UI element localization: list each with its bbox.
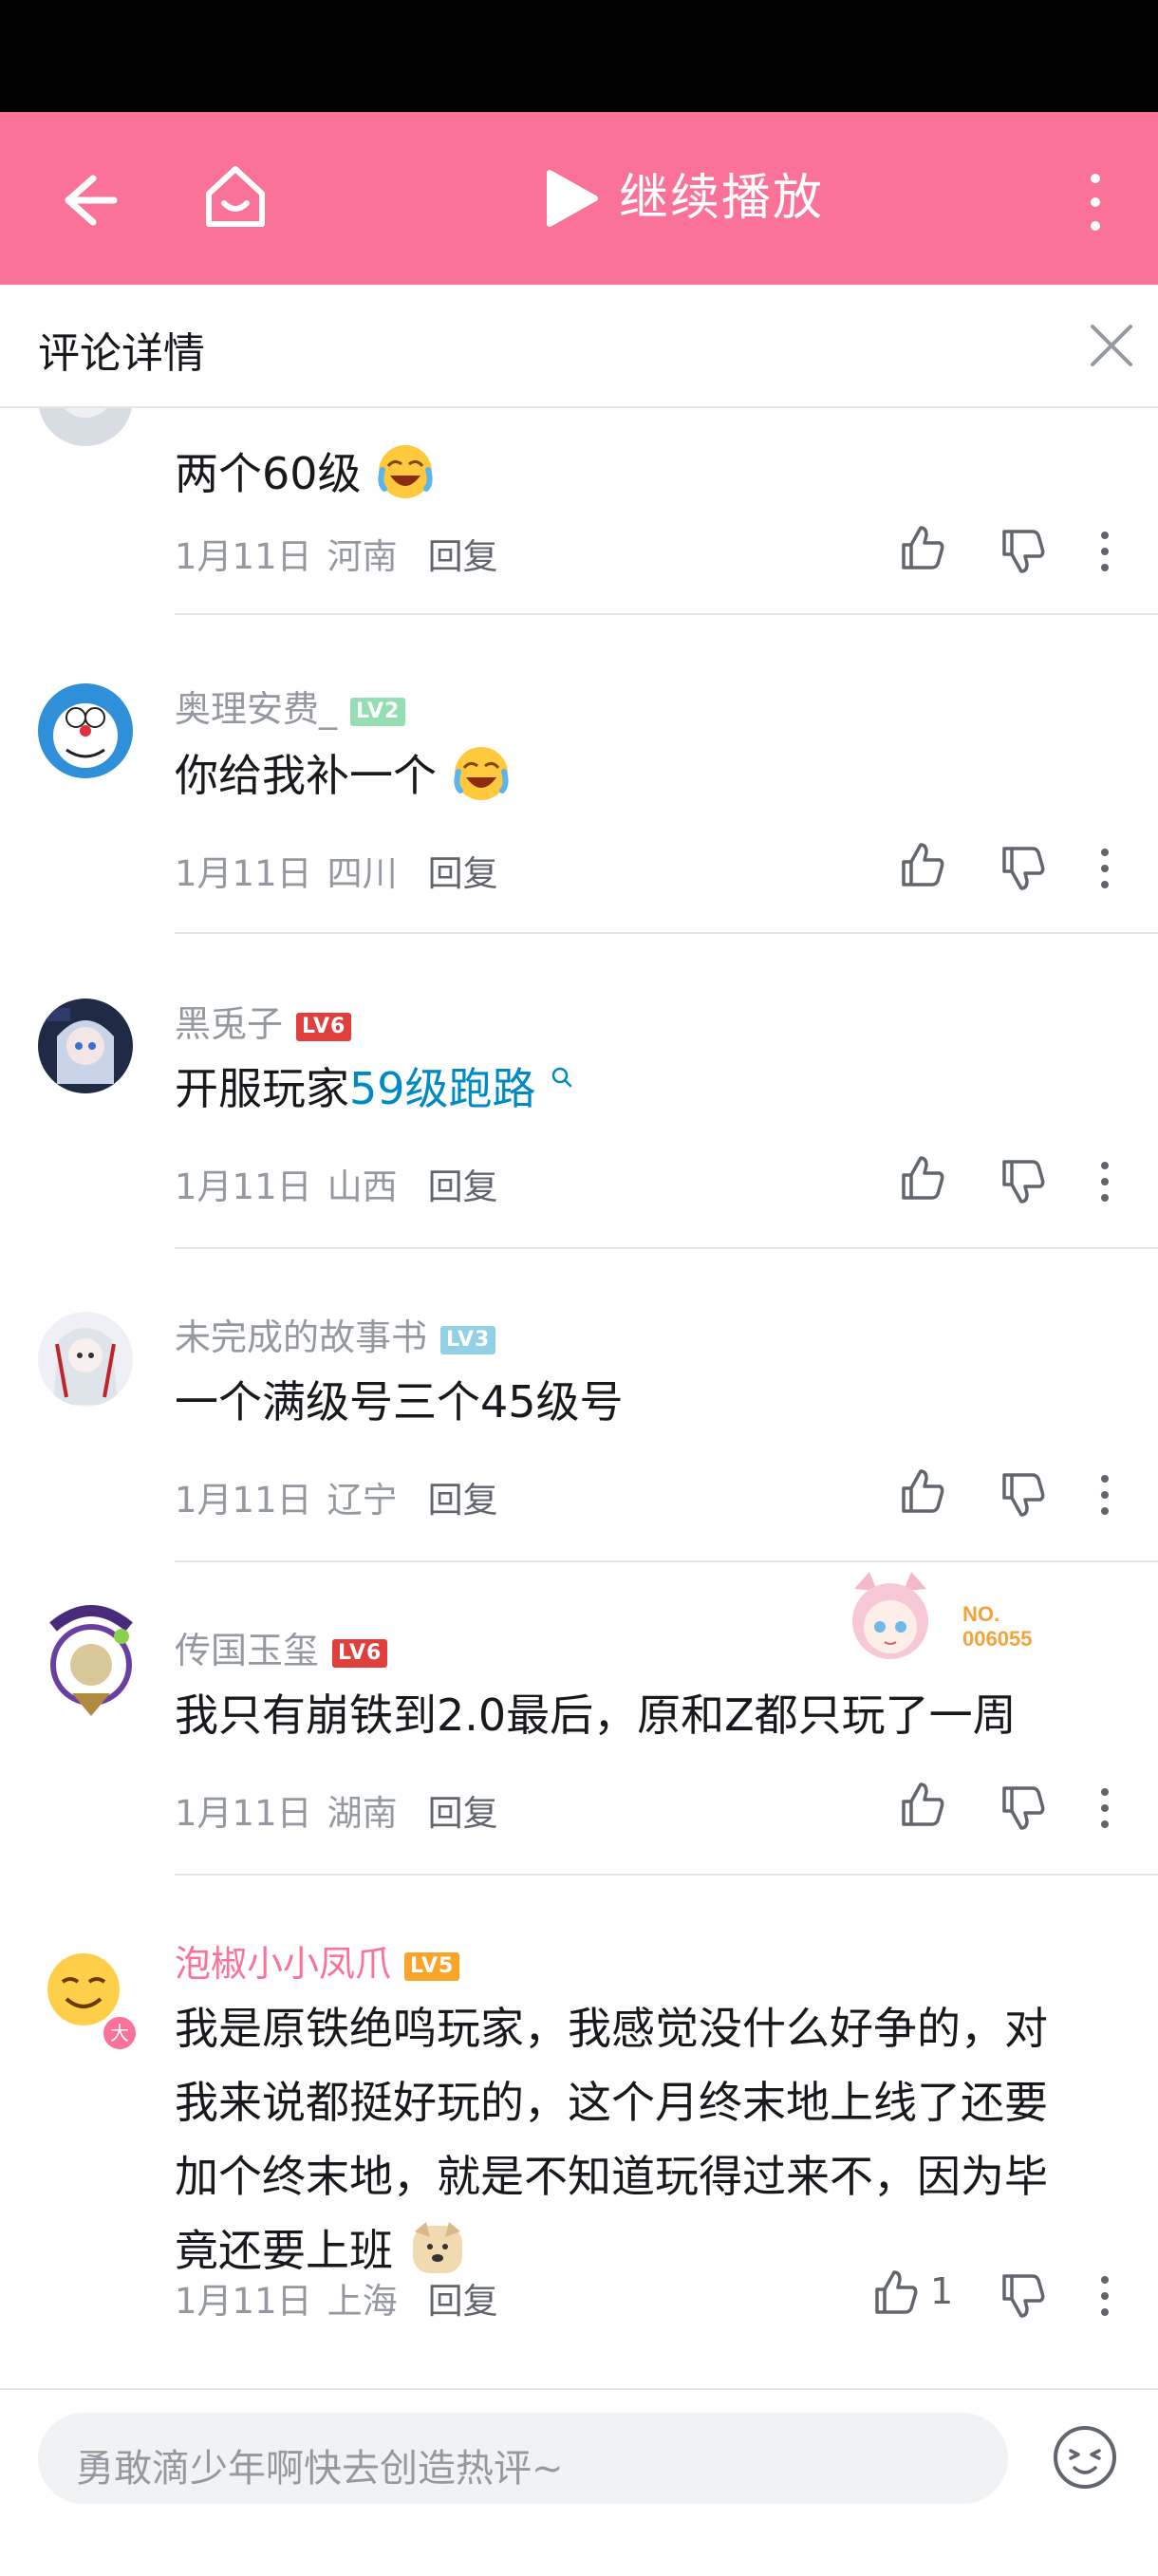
more-vertical-icon[interactable] [1095, 1160, 1114, 1204]
comment-text: 我是原铁绝鸣玩家，我感觉没什么好争的，对我来说都挺好玩的，这个月终末地上线了还要… [175, 1991, 1086, 2287]
comment-text: 开服玩家59级跑路 [175, 1052, 1086, 1126]
comment-detail-header: 评论详情 [0, 285, 1158, 408]
avatar[interactable] [38, 1312, 133, 1407]
comment-meta: 1月11日 山西 回复 [175, 1158, 498, 1209]
reply-button[interactable]: 回复 [428, 1167, 498, 1207]
continue-playing-label[interactable]: 继续播放 [619, 163, 824, 233]
username[interactable]: 传国玉玺 LV6 [175, 1621, 388, 1673]
play-icon[interactable] [536, 165, 603, 232]
comment-location: 河南 [327, 536, 398, 577]
thumbs-up-icon[interactable] [898, 1467, 945, 1515]
comment-location: 湖南 [327, 1793, 398, 1834]
comment-date: 1月11日 [175, 1167, 312, 1207]
like-count: 1 [930, 2270, 954, 2312]
username[interactable]: 未完成的故事书 LV3 [175, 1308, 496, 1360]
level-badge: LV6 [296, 1012, 352, 1041]
more-vertical-icon[interactable] [1095, 1473, 1114, 1517]
comment-divider [175, 1560, 1158, 1562]
laugh-cry-emoji-icon [378, 444, 433, 498]
more-vertical-icon[interactable] [1095, 530, 1114, 573]
comment-date: 1月11日 [175, 1793, 312, 1834]
status-bar [0, 0, 1158, 112]
comment-list[interactable]: 两个60级 1月11日 河南 回复 奥理安费_ LV2 你给我补一个 1月11日… [0, 408, 1158, 2388]
thumbs-up-icon[interactable] [898, 1154, 945, 1202]
comment-text: 两个60级 [175, 437, 1086, 511]
comment-location: 上海 [327, 2281, 398, 2322]
laugh-cry-emoji-icon [454, 746, 509, 800]
thumbs-up-icon[interactable] [871, 2268, 919, 2316]
thumbs-down-icon[interactable] [999, 1471, 1046, 1519]
comment-divider [175, 932, 1158, 934]
thumbs-up-icon[interactable] [898, 841, 945, 888]
close-icon[interactable] [1087, 321, 1136, 370]
comment-text: 我只有崩铁到2.0最后，原和Z都只玩了一周 [175, 1689, 1017, 1741]
fan-badge: NO. 006055 [845, 1568, 1073, 1678]
comment-divider [175, 1874, 1158, 1876]
comment-input-placeholder: 勇敢滴少年啊快去创造热评~ [76, 2447, 564, 2491]
more-vertical-icon[interactable] [1095, 1786, 1114, 1830]
thumbs-down-icon[interactable] [999, 2272, 1046, 2320]
comment-input-bar: 勇敢滴少年啊快去创造热评~ [0, 2388, 1158, 2576]
comment-text: 一个满级号三个45级号 [175, 1376, 624, 1428]
comment-divider [175, 1247, 1158, 1249]
thumbs-up-icon[interactable] [898, 1781, 945, 1828]
reply-button[interactable]: 回复 [428, 536, 498, 577]
comment-meta: 1月11日 四川 回复 [175, 845, 498, 896]
search-icon[interactable] [550, 1065, 574, 1090]
more-vertical-icon[interactable] [1095, 2274, 1114, 2318]
comment-date: 1月11日 [175, 536, 312, 577]
avatar[interactable]: 大 [38, 1946, 139, 2052]
level-badge: LV5 [404, 1951, 460, 1981]
thumbs-down-icon[interactable] [999, 1158, 1046, 1205]
comment-meta: 1月11日 湖南 回复 [175, 1784, 498, 1836]
dog-emoji-icon [412, 2221, 462, 2273]
comment-date: 1月11日 [175, 1480, 312, 1521]
fan-badge-number: 006055 [962, 1627, 1032, 1651]
fan-badge-no: NO. [962, 1602, 999, 1626]
reply-button[interactable]: 回复 [428, 1480, 498, 1521]
username[interactable]: 泡椒小小凤爪 LV5 [175, 1934, 460, 1987]
level-badge: LV6 [332, 1638, 388, 1668]
thumbs-down-icon[interactable] [999, 845, 1046, 892]
level-badge: LV2 [350, 697, 406, 726]
top-bar: 继续播放 [0, 112, 1158, 285]
search-link[interactable]: 59级跑路 [349, 1063, 536, 1114]
avatar[interactable] [38, 999, 133, 1093]
home-icon[interactable] [199, 161, 271, 233]
username[interactable]: 黑兎子 LV6 [175, 995, 352, 1047]
thumbs-down-icon[interactable] [999, 528, 1046, 575]
more-vertical-icon[interactable] [1078, 169, 1112, 235]
comment-meta: 1月11日 辽宁 回复 [175, 1471, 498, 1522]
comment-meta: 1月11日 上海 回复 [175, 2272, 498, 2324]
comment-location: 辽宁 [327, 1480, 398, 1521]
avatar[interactable] [38, 408, 133, 446]
username[interactable]: 奥理安费_ LV2 [175, 680, 406, 732]
comment-location: 四川 [327, 853, 398, 894]
comment-location: 山西 [327, 1167, 398, 1207]
level-badge: LV3 [440, 1325, 496, 1354]
panel-title: 评论详情 [38, 329, 205, 378]
back-icon[interactable] [55, 167, 121, 233]
comment-input[interactable]: 勇敢滴少年啊快去创造热评~ [38, 2413, 1008, 2504]
comment-divider [175, 613, 1158, 615]
avatar[interactable] [38, 683, 133, 778]
comment-date: 1月11日 [175, 2281, 312, 2322]
comment-meta: 1月11日 河南 回复 [175, 528, 498, 579]
emoji-icon[interactable] [1052, 2424, 1118, 2491]
comment-text: 你给我补一个 [175, 738, 1086, 812]
avatar-badge: 大 [101, 2014, 139, 2052]
reply-button[interactable]: 回复 [428, 1793, 498, 1834]
more-vertical-icon[interactable] [1095, 847, 1114, 890]
reply-button[interactable]: 回复 [428, 2281, 498, 2322]
thumbs-down-icon[interactable] [999, 1784, 1046, 1832]
thumbs-up-icon[interactable] [898, 524, 945, 571]
reply-button[interactable]: 回复 [428, 853, 498, 894]
comment-date: 1月11日 [175, 853, 312, 894]
avatar-frame[interactable] [34, 1598, 148, 1722]
